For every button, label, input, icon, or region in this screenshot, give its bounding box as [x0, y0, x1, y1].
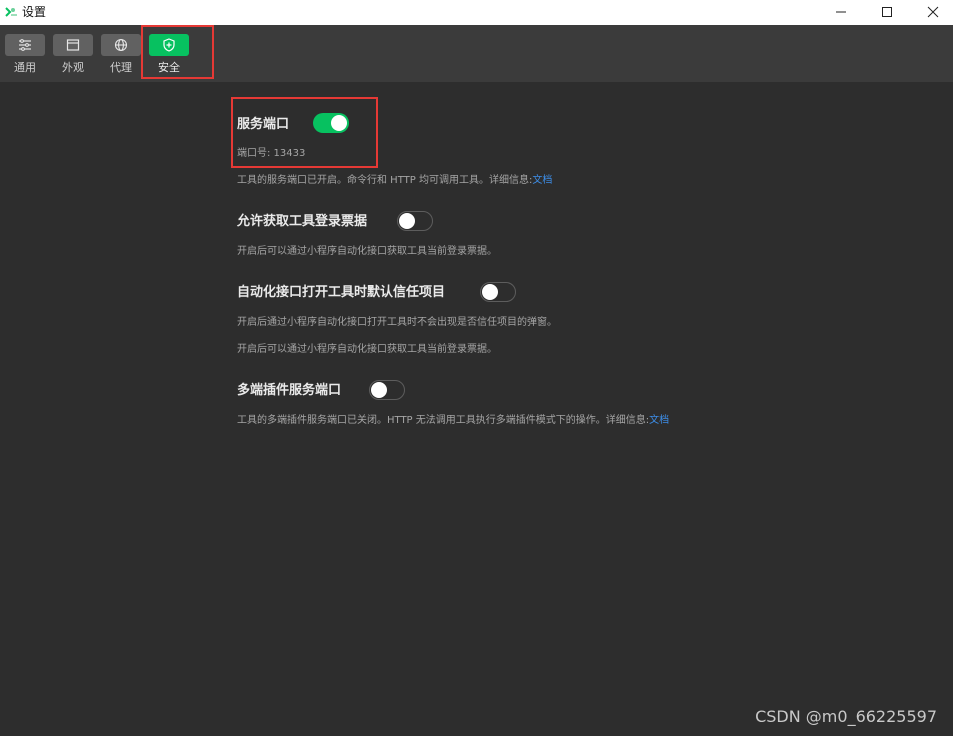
- tab-security-label: 安全: [158, 61, 180, 74]
- port-number: 端口号: 13433: [237, 148, 306, 159]
- globe-icon: [114, 38, 128, 52]
- login-ticket-toggle[interactable]: [397, 211, 433, 231]
- auto-trust-title: 自动化接口打开工具时默认信任项目: [237, 285, 446, 300]
- shield-icon: [163, 38, 175, 52]
- multi-plugin-port-docs-link[interactable]: 文档: [649, 415, 669, 426]
- service-port-title: 服务端口: [237, 117, 290, 132]
- service-port-desc-text: 工具的服务端口已开启。命令行和 HTTP 均可调用工具。详细信息:: [237, 175, 533, 186]
- multi-plugin-port-desc: 工具的多端插件服务端口已关闭。HTTP 无法调用工具执行多端插件模式下的操作。详…: [237, 414, 669, 427]
- sliders-icon: [19, 39, 31, 51]
- toggle-knob: [331, 115, 347, 131]
- watermark: CSDN @m0_66225597: [755, 707, 937, 726]
- minimize-button[interactable]: [818, 0, 864, 25]
- wechat-devtools-logo-icon: [3, 4, 19, 20]
- minimize-icon: [836, 11, 846, 13]
- tab-appearance[interactable]: 外观: [53, 34, 93, 74]
- toggle-knob: [399, 213, 415, 229]
- tab-general-label: 通用: [14, 61, 36, 74]
- tab-security[interactable]: 安全: [149, 34, 189, 74]
- window-title: 设置: [22, 5, 47, 19]
- close-icon: [927, 6, 939, 18]
- service-port-docs-link[interactable]: 文档: [532, 175, 552, 186]
- tab-appearance-label: 外观: [62, 61, 84, 74]
- tab-proxy-label: 代理: [110, 61, 132, 74]
- multi-plugin-port-toggle[interactable]: [369, 380, 405, 400]
- multi-plugin-port-desc-text: 工具的多端插件服务端口已关闭。HTTP 无法调用工具执行多端插件模式下的操作。详…: [237, 415, 650, 426]
- window-icon: [66, 39, 80, 51]
- settings-toolbar: 通用 外观 代理 安全: [0, 25, 953, 82]
- service-port-toggle[interactable]: [313, 113, 349, 133]
- close-button[interactable]: [910, 0, 953, 25]
- toggle-knob: [482, 284, 498, 300]
- login-ticket-title: 允许获取工具登录票据: [237, 214, 368, 229]
- maximize-button[interactable]: [864, 0, 910, 25]
- title-bar: 设置: [0, 0, 953, 25]
- auto-trust-desc-1: 开启后通过小程序自动化接口打开工具时不会出现是否信任项目的弹窗。: [237, 317, 557, 328]
- auto-trust-toggle[interactable]: [480, 282, 516, 302]
- login-ticket-desc: 开启后可以通过小程序自动化接口获取工具当前登录票据。: [237, 246, 497, 257]
- maximize-icon: [882, 7, 892, 17]
- toggle-knob: [371, 382, 387, 398]
- service-port-desc: 工具的服务端口已开启。命令行和 HTTP 均可调用工具。详细信息:文档: [237, 174, 552, 187]
- multi-plugin-port-title: 多端插件服务端口: [237, 383, 342, 398]
- tab-proxy[interactable]: 代理: [101, 34, 141, 74]
- auto-trust-desc-2: 开启后可以通过小程序自动化接口获取工具当前登录票据。: [237, 344, 497, 355]
- tab-general[interactable]: 通用: [5, 34, 45, 74]
